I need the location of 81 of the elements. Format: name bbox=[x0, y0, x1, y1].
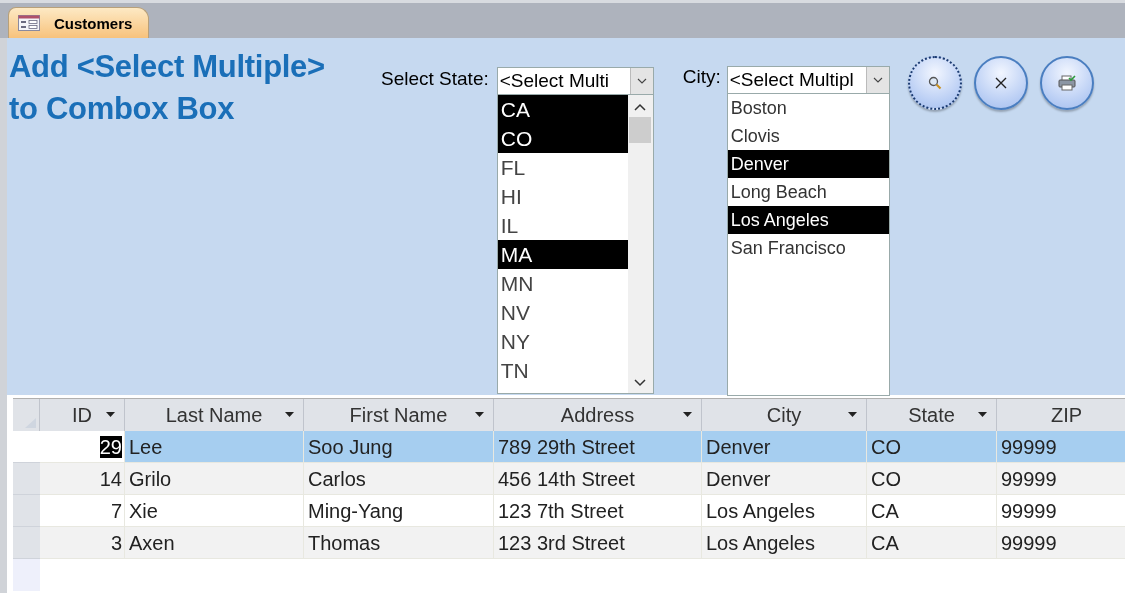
list-item[interactable]: Clovis bbox=[727, 122, 889, 150]
table-cell: Xie bbox=[125, 495, 304, 527]
table-cell: Grilo bbox=[125, 463, 304, 495]
list-item[interactable]: IL bbox=[497, 211, 628, 240]
state-label: Select State: bbox=[381, 68, 489, 90]
dropdown-arrow-icon bbox=[848, 412, 857, 417]
form-icon bbox=[18, 15, 40, 31]
column-header[interactable]: State bbox=[867, 399, 997, 431]
table-cell: 99999 bbox=[997, 431, 1125, 463]
dropdown-arrow-icon bbox=[106, 412, 115, 417]
list-item[interactable]: CO bbox=[497, 124, 628, 153]
city-combo-box[interactable]: <Select Multipl bbox=[726, 66, 890, 94]
clear-button[interactable] bbox=[973, 56, 1028, 110]
list-item[interactable]: CA bbox=[497, 95, 628, 124]
search-icon bbox=[927, 76, 942, 90]
column-header[interactable]: ZIP bbox=[997, 399, 1125, 431]
table-cell: 789 29th Street bbox=[494, 431, 702, 463]
column-header[interactable]: First Name bbox=[304, 399, 494, 431]
table-cell: CA bbox=[867, 495, 997, 527]
cell-value: 29 bbox=[99, 436, 122, 458]
form-title: Add <Select Multiple> to Combox Box bbox=[8, 48, 326, 128]
city-list-box[interactable]: Boston Clovis Denver Long Beach Los Angeles San Francisco bbox=[726, 94, 890, 396]
table-cell: CO bbox=[867, 463, 997, 495]
table-cell: 7 bbox=[40, 495, 125, 527]
search-button[interactable] bbox=[907, 56, 962, 110]
column-header[interactable]: City bbox=[702, 399, 867, 431]
table-cell: Denver bbox=[702, 463, 867, 495]
select-all-corner[interactable] bbox=[13, 399, 40, 431]
table-cell: Los Angeles bbox=[702, 527, 867, 559]
dropdown-arrow-icon bbox=[683, 412, 692, 417]
close-icon bbox=[994, 77, 1007, 89]
table-cell: Carlos bbox=[304, 463, 494, 495]
scrollbar[interactable] bbox=[627, 95, 653, 393]
scrollbar-thumb[interactable] bbox=[629, 117, 652, 143]
column-header[interactable]: ID bbox=[40, 399, 125, 431]
list-item[interactable]: Long Beach bbox=[727, 178, 889, 206]
table-cell: Axen bbox=[125, 527, 304, 559]
table-cell: 123 7th Street bbox=[494, 495, 702, 527]
row-selector[interactable] bbox=[13, 527, 40, 559]
table-cell: Thomas bbox=[304, 527, 494, 559]
table-cell: Soo Jung bbox=[304, 431, 494, 463]
list-item[interactable]: NV bbox=[497, 298, 628, 327]
list-item[interactable]: HI bbox=[497, 182, 628, 211]
table-cell: 14 bbox=[40, 463, 125, 495]
list-item[interactable]: MA bbox=[497, 240, 628, 269]
table-cell: CA bbox=[867, 527, 997, 559]
printer-icon bbox=[1057, 75, 1076, 91]
list-item[interactable]: TN bbox=[497, 356, 628, 385]
document-tab[interactable]: Customers bbox=[8, 7, 150, 38]
print-button[interactable] bbox=[1039, 56, 1094, 110]
list-item[interactable]: Los Angeles bbox=[727, 206, 889, 234]
table-cell: 99999 bbox=[997, 527, 1125, 559]
list-item[interactable]: MN bbox=[497, 269, 628, 298]
dropdown-arrow-icon bbox=[475, 412, 484, 417]
dropdown-arrow-icon bbox=[978, 412, 987, 417]
table-cell: 99999 bbox=[997, 463, 1125, 495]
state-combo-box[interactable]: <Select Multi bbox=[496, 67, 654, 95]
table-cell: Los Angeles bbox=[702, 495, 867, 527]
chevron-down-icon bbox=[634, 379, 647, 387]
table-cell: Denver bbox=[702, 431, 867, 463]
column-header[interactable]: Last Name bbox=[125, 399, 304, 431]
chevron-up-icon bbox=[634, 103, 647, 111]
table-cell: Lee bbox=[125, 431, 304, 463]
list-item[interactable]: Denver bbox=[727, 150, 889, 178]
list-item[interactable]: San Francisco bbox=[727, 234, 889, 262]
row-selector[interactable] bbox=[13, 463, 40, 495]
table-cell: 3 bbox=[40, 527, 125, 559]
row-selector[interactable] bbox=[13, 495, 40, 527]
table-cell: 123 3rd Street bbox=[494, 527, 702, 559]
list-item[interactable]: NY bbox=[497, 327, 628, 356]
list-item[interactable]: FL bbox=[497, 153, 628, 182]
state-list-box[interactable]: CA CO FL HI IL MA MN NV NY TN bbox=[496, 95, 654, 394]
chevron-down-icon bbox=[636, 78, 647, 84]
column-header[interactable]: Address bbox=[494, 399, 702, 431]
table-cell: Ming-Yang bbox=[304, 495, 494, 527]
dropdown-arrow-icon bbox=[285, 412, 294, 417]
table-cell: CO bbox=[867, 431, 997, 463]
list-item[interactable]: Boston bbox=[727, 94, 889, 122]
chevron-down-icon bbox=[872, 77, 883, 83]
table-cell: 456 14th Street bbox=[494, 463, 702, 495]
city-label: City: bbox=[682, 66, 721, 88]
